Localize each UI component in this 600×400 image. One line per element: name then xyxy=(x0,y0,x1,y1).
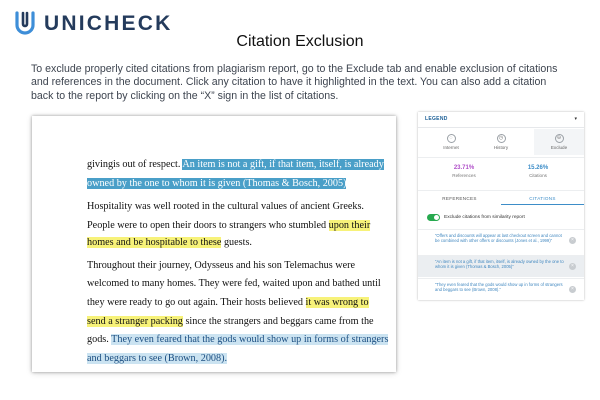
stat-references: 23.71% References xyxy=(434,165,494,178)
document-line: welcomed to many homes. They were fed, w… xyxy=(87,278,381,289)
subtab-citations[interactable]: CITATIONS xyxy=(501,196,584,205)
document-text: they were ready to go out again. Their h… xyxy=(87,297,306,308)
document-line: Hospitality was well rooted in the cultu… xyxy=(87,201,364,212)
match-highlight[interactable]: it was wrong to xyxy=(305,297,369,308)
remove-citation-icon[interactable]: × xyxy=(569,286,576,293)
citation-item[interactable]: “Offers and discounts will appear at las… xyxy=(418,229,584,251)
tab-internet[interactable]: ◌ Internet xyxy=(426,134,476,150)
citation-highlight[interactable]: They even feared that the gods would sho… xyxy=(111,334,389,345)
legend-dropdown[interactable]: LEGEND ▾ xyxy=(418,112,584,128)
document-text: since the strangers and beggars came fro… xyxy=(182,316,374,327)
citation-subtabs: REFERENCES CITATIONS xyxy=(418,194,584,206)
stat-value: 23.71% xyxy=(453,165,475,171)
document-line: givingis out of respect. An item is not … xyxy=(87,159,384,170)
citation-highlight[interactable]: and beggars to see (Brown, 2008). xyxy=(87,353,228,364)
intro-text: To exclude properly cited citations from… xyxy=(31,63,558,102)
citation-item[interactable]: “An item is not a gift, if that item, it… xyxy=(418,255,584,277)
document-text: Throughout their journey, Odysseus and h… xyxy=(87,260,356,271)
document-text: gods. xyxy=(87,334,112,345)
remove-citation-icon[interactable]: × xyxy=(569,263,576,270)
legend-label: LEGEND xyxy=(425,116,448,122)
citation-highlight[interactable]: An item is not a gift, if that item, its… xyxy=(182,159,384,170)
remove-citation-icon[interactable]: × xyxy=(569,237,576,244)
exclude-citations-toggle[interactable] xyxy=(427,214,440,221)
document-page: givingis out of respect. An item is not … xyxy=(32,116,396,372)
exclude-icon: ⊖ xyxy=(554,134,564,143)
globe-icon: ◌ xyxy=(446,134,456,143)
document-line: owned by the one to whom it is given (Th… xyxy=(87,178,347,189)
match-highlight[interactable]: upon their xyxy=(328,220,371,231)
exclusion-stats: 23.71% References 15.26% Citations xyxy=(418,157,584,191)
stat-label: References xyxy=(452,173,476,178)
document-text: People were to open their doors to stran… xyxy=(87,220,329,231)
exclude-citations-row: Exclude citations from similarity report xyxy=(427,214,525,221)
document-line: send a stranger packing since the strang… xyxy=(87,316,374,327)
report-sidebar: LEGEND ▾ ◌ Internet ◷ History ⊖ Exclude … xyxy=(418,112,584,300)
citation-text: “They even feared that the gods would sh… xyxy=(435,282,563,293)
document-line: gods. They even feared that the gods wou… xyxy=(87,334,389,345)
document-line: and beggars to see (Brown, 2008). xyxy=(87,353,228,364)
tab-label: History xyxy=(493,145,509,150)
stat-citations: 15.26% Citations xyxy=(508,165,568,178)
document-text: givingis out of respect. xyxy=(87,159,183,170)
stat-label: Citations xyxy=(529,173,547,178)
stat-value: 15.26% xyxy=(527,165,549,171)
document-line: they were ready to go out again. Their h… xyxy=(87,297,369,308)
tab-label: Internet xyxy=(443,145,459,150)
citation-text: “An item is not a gift, if that item, it… xyxy=(435,259,564,270)
match-highlight[interactable]: homes and be hospitable to these xyxy=(87,237,222,248)
citation-text: “Offers and discounts will appear at las… xyxy=(435,233,562,244)
citation-item[interactable]: “They even feared that the gods would sh… xyxy=(418,278,584,300)
document-line: homes and be hospitable to these guests. xyxy=(87,237,252,248)
tab-exclude[interactable]: ⊖ Exclude xyxy=(534,134,584,150)
document-line: Throughout their journey, Odysseus and h… xyxy=(87,260,355,271)
tab-history[interactable]: ◷ History xyxy=(476,134,526,150)
toggle-knob xyxy=(434,215,439,220)
page-title: Citation Exclusion xyxy=(236,33,364,50)
document-text: guests. xyxy=(221,237,252,248)
document-text: welcomed to many homes. They were fed, w… xyxy=(87,278,381,289)
clock-icon: ◷ xyxy=(496,134,506,143)
document-text: Hospitality was well rooted in the cultu… xyxy=(87,201,364,212)
tab-label: Exclude xyxy=(550,145,568,150)
citation-highlight[interactable]: owned by the one to whom it is given (Th… xyxy=(87,178,347,189)
toggle-label: Exclude citations from similarity report xyxy=(444,215,525,220)
match-highlight[interactable]: send a stranger packing xyxy=(87,316,183,327)
subtab-references[interactable]: REFERENCES xyxy=(418,196,501,201)
document-line: People were to open their doors to stran… xyxy=(87,220,371,231)
chevron-down-icon: ▾ xyxy=(574,116,577,122)
